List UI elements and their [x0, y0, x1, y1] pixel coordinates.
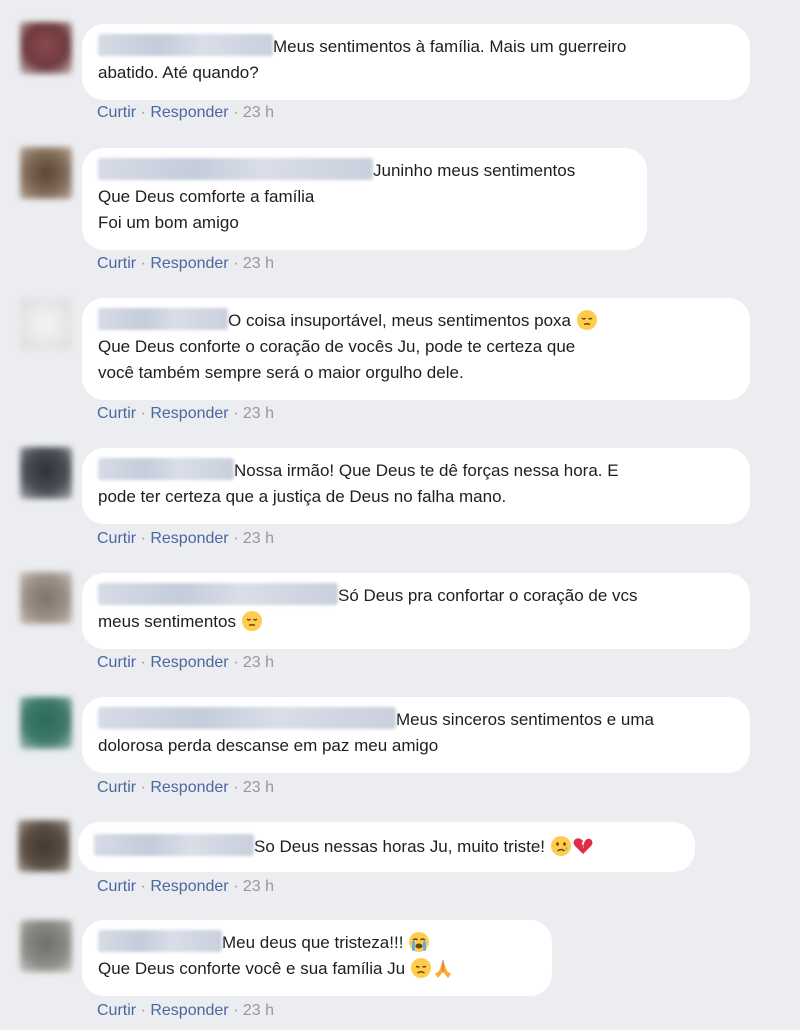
comment-text-line: você também sempre será o maior orgulho … — [98, 363, 464, 382]
comment-text-line: Meu deus que tristeza!!! — [222, 933, 404, 952]
loudly-crying-face-icon — [409, 932, 430, 952]
separator: · — [140, 779, 146, 796]
comment-text-line: Que Deus conforte o coração de vocês Ju,… — [98, 337, 576, 356]
author-name-redacted[interactable] — [98, 930, 222, 952]
author-name-redacted[interactable] — [98, 158, 373, 180]
timestamp[interactable]: 23 h — [243, 530, 274, 547]
separator: · — [140, 1002, 146, 1019]
separator: · — [140, 405, 146, 422]
author-name-redacted[interactable] — [98, 308, 228, 330]
separator: · — [140, 255, 146, 272]
timestamp[interactable]: 23 h — [243, 654, 274, 671]
separator: · — [233, 405, 239, 422]
avatar[interactable] — [20, 22, 72, 74]
timestamp[interactable]: 23 h — [243, 405, 274, 422]
pensive-face-icon — [576, 310, 597, 330]
separator: · — [140, 654, 146, 671]
reply-link[interactable]: Responder — [150, 878, 228, 895]
like-link[interactable]: Curtir — [97, 1002, 136, 1019]
separator: · — [233, 1002, 239, 1019]
like-link[interactable]: Curtir — [97, 878, 136, 895]
separator: · — [233, 779, 239, 796]
comment-bubble: So Deus nessas horas Ju, muito triste! — [78, 822, 695, 872]
comment-actions: Curtir · Responder · 23 h — [97, 255, 274, 273]
comment-actions: Curtir · Responder · 23 h — [97, 530, 274, 548]
timestamp[interactable]: 23 h — [243, 255, 274, 272]
reply-link[interactable]: Responder — [150, 255, 228, 272]
separator: · — [233, 530, 239, 547]
comment-text-line: pode ter certeza que a justiça de Deus n… — [98, 487, 507, 506]
comment-text-line: Foi um bom amigo — [98, 213, 239, 232]
like-link[interactable]: Curtir — [97, 530, 136, 547]
comment-bubble: Meus sinceros sentimentos e uma dolorosa… — [82, 697, 750, 773]
avatar[interactable] — [20, 447, 72, 499]
comment-text-line: Só Deus pra confortar o coração de vcs — [338, 586, 638, 605]
timestamp[interactable]: 23 h — [243, 779, 274, 796]
like-link[interactable]: Curtir — [97, 104, 136, 121]
author-name-redacted[interactable] — [98, 583, 338, 605]
comment-text-line: Meus sinceros sentimentos e uma — [396, 710, 654, 729]
comment-text-line: dolorosa perda descanse em paz meu amigo — [98, 736, 439, 755]
author-name-redacted[interactable] — [94, 834, 254, 856]
timestamp[interactable]: 23 h — [243, 1002, 274, 1019]
like-link[interactable]: Curtir — [97, 255, 136, 272]
comment-actions: Curtir · Responder · 23 h — [97, 654, 274, 672]
separator: · — [233, 878, 239, 895]
like-link[interactable]: Curtir — [97, 654, 136, 671]
folded-hands-icon — [434, 960, 451, 978]
reply-link[interactable]: Responder — [150, 654, 228, 671]
comment-text-line: Juninho meus sentimentos — [373, 161, 576, 180]
separator: · — [140, 530, 146, 547]
comment-bubble: O coisa insuportável, meus sentimentos p… — [82, 298, 750, 400]
reply-link[interactable]: Responder — [150, 530, 228, 547]
like-link[interactable]: Curtir — [97, 405, 136, 422]
comment-actions: Curtir · Responder · 23 h — [97, 878, 274, 896]
author-name-redacted[interactable] — [98, 458, 234, 480]
comment-text-line: meus sentimentos — [98, 612, 236, 631]
avatar[interactable] — [20, 920, 72, 972]
reply-link[interactable]: Responder — [150, 779, 228, 796]
avatar[interactable] — [20, 572, 72, 624]
timestamp[interactable]: 23 h — [243, 878, 274, 895]
comment-bubble: Meu deus que tristeza!!! Que Deus confor… — [82, 920, 552, 996]
separator: · — [233, 104, 239, 121]
broken-heart-icon — [573, 838, 593, 854]
crying-face-icon — [550, 836, 571, 856]
avatar[interactable] — [20, 697, 72, 749]
comment-bubble: Só Deus pra confortar o coração de vcs m… — [82, 573, 750, 649]
comment-text-line: Que Deus comforte a família — [98, 187, 315, 206]
separator: · — [233, 654, 239, 671]
comment-text-line: O coisa insuportável, meus sentimentos p… — [228, 311, 572, 330]
comment-text-line: So Deus nessas horas Ju, muito triste! — [254, 837, 546, 856]
like-link[interactable]: Curtir — [97, 779, 136, 796]
reply-link[interactable]: Responder — [150, 405, 228, 422]
avatar[interactable] — [18, 820, 70, 872]
comment-text-line: Nossa irmão! Que Deus te dê forças nessa… — [234, 461, 619, 480]
reply-link[interactable]: Responder — [150, 1002, 228, 1019]
author-name-redacted[interactable] — [98, 34, 273, 56]
comment-actions: Curtir · Responder · 23 h — [97, 1002, 274, 1020]
comment-text-line: Que Deus conforte você e sua família Ju — [98, 959, 406, 978]
comment-bubble: Juninho meus sentimentos Que Deus comfor… — [82, 148, 647, 250]
avatar[interactable] — [20, 298, 72, 350]
comment-actions: Curtir · Responder · 23 h — [97, 104, 274, 122]
comment-actions: Curtir · Responder · 23 h — [97, 405, 274, 423]
comment-actions: Curtir · Responder · 23 h — [97, 779, 274, 797]
comment-bubble: Meus sentimentos à família. Mais um guer… — [82, 24, 750, 100]
pensive-face-icon — [241, 611, 262, 631]
author-name-redacted[interactable] — [98, 707, 396, 729]
reply-link[interactable]: Responder — [150, 104, 228, 121]
comment-bubble: Nossa irmão! Que Deus te dê forças nessa… — [82, 448, 750, 524]
separator: · — [140, 878, 146, 895]
comment-text-line: abatido. Até quando? — [98, 63, 259, 82]
timestamp[interactable]: 23 h — [243, 104, 274, 121]
avatar[interactable] — [20, 147, 72, 199]
comment-text-line: Meus sentimentos à família. Mais um guer… — [273, 37, 627, 56]
disappointed-face-icon — [410, 958, 431, 978]
separator: · — [233, 255, 239, 272]
separator: · — [140, 104, 146, 121]
